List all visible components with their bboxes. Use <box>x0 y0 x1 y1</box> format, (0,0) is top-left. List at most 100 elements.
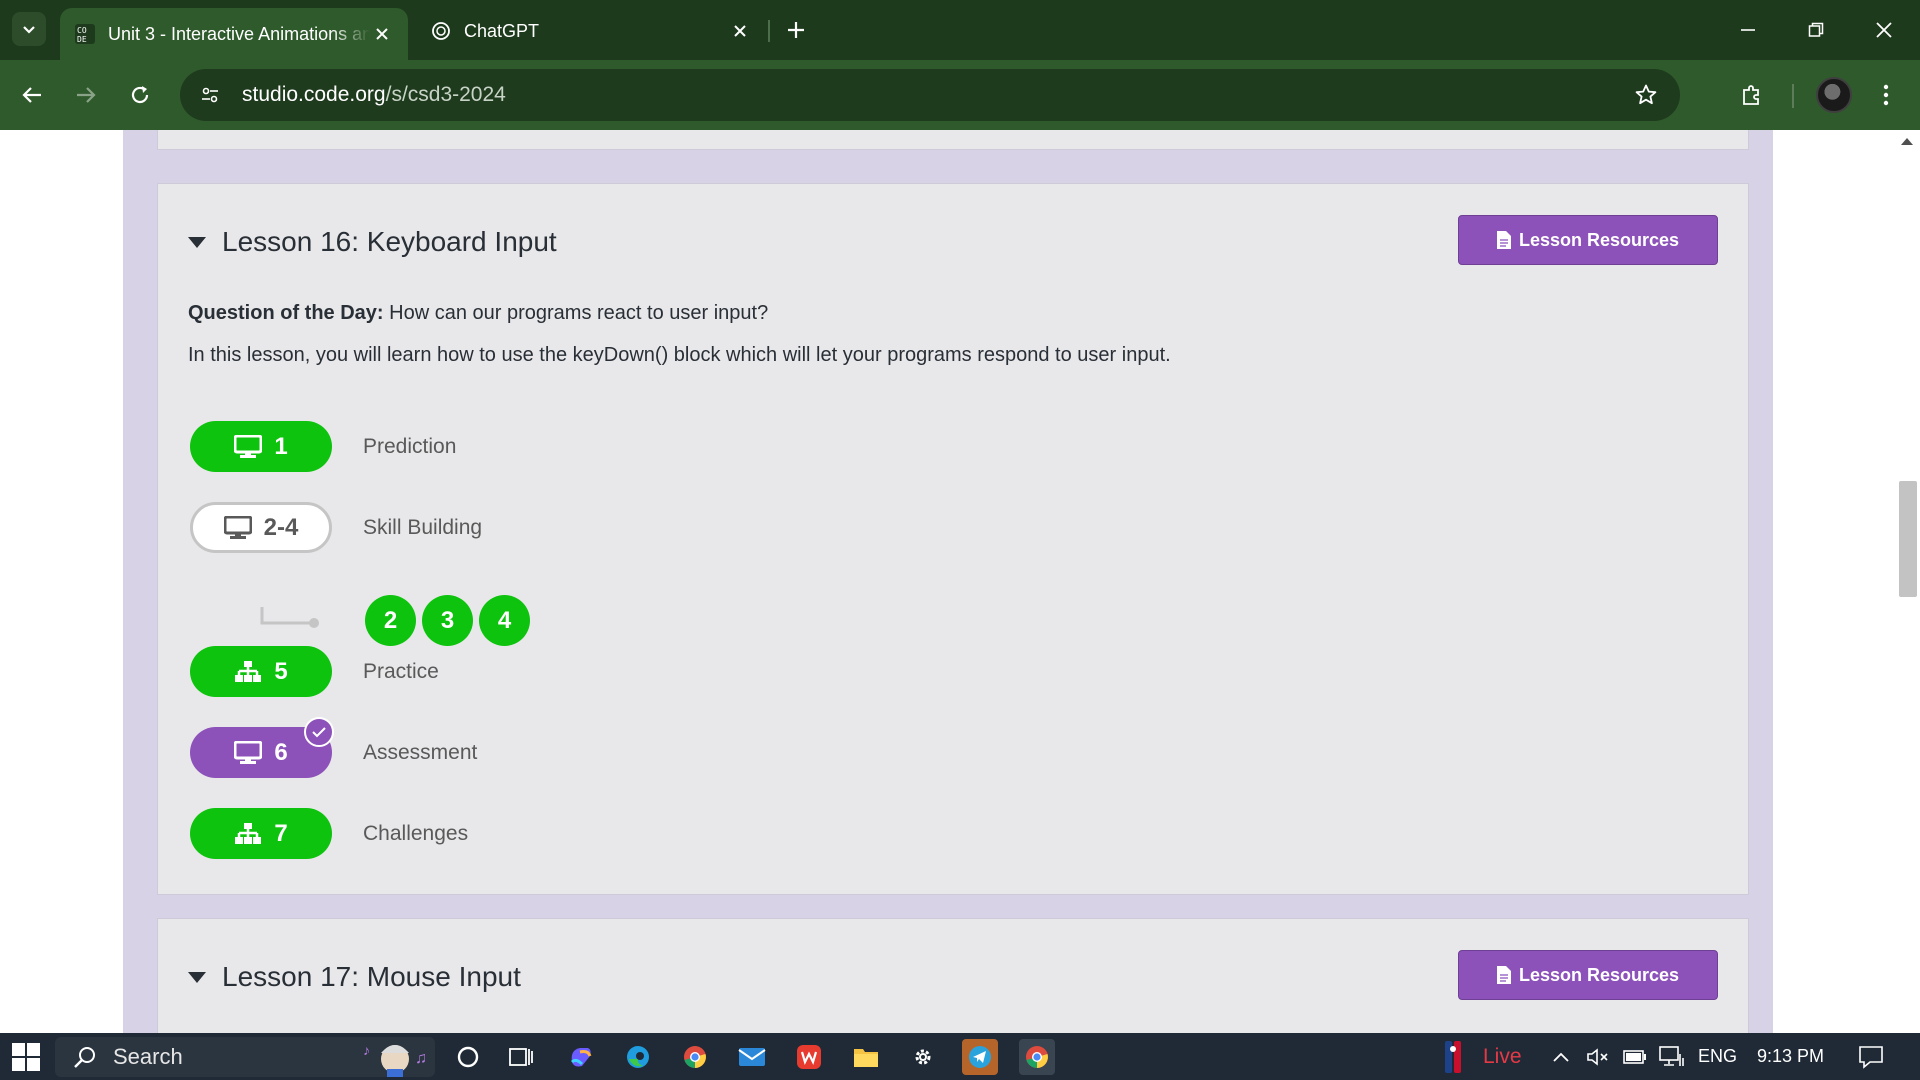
notification-center-button[interactable] <box>1858 1033 1884 1080</box>
network-icon[interactable] <box>1659 1033 1685 1080</box>
level-label[interactable]: Skill Building <box>363 516 482 540</box>
sublevel-bubble-3[interactable]: 3 <box>422 595 473 646</box>
arrow-right-icon <box>77 87 96 103</box>
scroll-up-arrow-icon[interactable] <box>1901 138 1913 145</box>
svg-text:CO: CO <box>77 26 87 35</box>
chatgpt-favicon-icon <box>430 20 452 42</box>
task-view-icon[interactable] <box>503 1039 539 1075</box>
sublevel-bubble-2[interactable]: 2 <box>365 595 416 646</box>
tab-unit3[interactable]: CODE Unit 3 - Interactive Animations and… <box>60 8 408 60</box>
wps-office-icon[interactable] <box>791 1039 827 1075</box>
input-language[interactable]: ENG <box>1698 1033 1737 1080</box>
lesson-16-header[interactable]: Lesson 16: Keyboard Input <box>188 226 557 258</box>
telegram-icon[interactable] <box>962 1039 998 1075</box>
lesson-resources-button[interactable]: Lesson Resources <box>1458 215 1718 265</box>
tab-separator <box>768 20 770 42</box>
svg-text:DE: DE <box>77 35 87 44</box>
monitor-icon <box>234 740 263 765</box>
taskbar-search-box[interactable]: Search ♪ ♫ <box>55 1037 435 1077</box>
close-window-button[interactable] <box>1864 10 1904 50</box>
mail-icon[interactable] <box>734 1039 770 1075</box>
close-icon <box>1876 22 1892 38</box>
caret-down-icon <box>188 971 206 983</box>
level-label[interactable]: Practice <box>363 660 439 684</box>
arrow-left-icon <box>22 87 41 103</box>
file-explorer-icon[interactable] <box>848 1039 884 1075</box>
hierarchy-icon <box>234 660 262 684</box>
copilot-icon[interactable] <box>563 1039 599 1075</box>
caret-down-icon <box>188 236 206 248</box>
plus-icon <box>788 22 804 38</box>
address-bar[interactable]: studio.code.org/s/csd3-2024 <box>180 69 1680 121</box>
browser-toolbar: studio.code.org/s/csd3-2024 <box>0 60 1920 130</box>
level-label[interactable]: Assessment <box>363 741 477 765</box>
extensions-button[interactable] <box>1732 75 1772 115</box>
level-bubble-6[interactable]: 6 <box>190 717 334 778</box>
notification-icon <box>1859 1045 1883 1069</box>
svg-text:♫: ♫ <box>415 1050 427 1067</box>
level-label[interactable]: Challenges <box>363 822 468 846</box>
chevron-up-icon <box>1553 1052 1569 1062</box>
forward-button[interactable] <box>66 75 106 115</box>
minimize-button[interactable] <box>1728 10 1768 50</box>
sublevel-bubble-4[interactable]: 4 <box>479 595 530 646</box>
restore-button[interactable] <box>1796 10 1836 50</box>
reload-icon <box>131 86 149 104</box>
lesson-title: Lesson 17: Mouse Input <box>222 961 521 992</box>
windows-start-icon[interactable] <box>12 1043 40 1071</box>
tab-chatgpt[interactable]: ChatGPT <box>416 8 766 54</box>
nba-news-widget[interactable]: Live <box>1445 1033 1522 1080</box>
chrome-icon[interactable] <box>677 1039 713 1075</box>
level-bubble-1[interactable]: 1 <box>190 421 332 472</box>
search-highlight-art-icon: ♪ ♫ <box>355 1037 435 1077</box>
volume-muted-icon[interactable] <box>1586 1033 1610 1080</box>
bookmark-star-icon[interactable] <box>1630 79 1662 111</box>
lesson-description: In this lesson, you will learn how to us… <box>188 344 1171 366</box>
monitor-icon <box>234 434 263 459</box>
question-of-the-day: Question of the Day: How can our program… <box>188 302 769 324</box>
back-button[interactable] <box>12 75 52 115</box>
sublevel-connector <box>260 607 319 628</box>
level-row-challenges: 7 Challenges <box>190 808 468 859</box>
cortana-icon[interactable] <box>450 1039 486 1075</box>
close-tab-icon[interactable] <box>728 19 752 43</box>
chrome-active-window-icon[interactable] <box>1019 1039 1055 1075</box>
show-hidden-icons-button[interactable] <box>1552 1033 1570 1080</box>
lesson-17-card: Lesson 17: Mouse Input Lesson Resources <box>157 918 1749 1033</box>
hierarchy-icon <box>234 822 262 846</box>
new-tab-button[interactable] <box>780 14 812 46</box>
settings-gear-icon[interactable] <box>905 1039 941 1075</box>
level-bubble-7[interactable]: 7 <box>190 808 332 859</box>
chevron-down-icon <box>23 26 35 34</box>
puzzle-icon <box>1743 85 1759 105</box>
clock[interactable]: 9:13 PM <box>1757 1033 1824 1080</box>
level-row-practice: 5 Practice <box>190 646 439 697</box>
close-tab-icon[interactable] <box>370 22 394 46</box>
level-bubble-5[interactable]: 5 <box>190 646 332 697</box>
previous-lesson-card <box>157 130 1749 150</box>
level-bubble-2-4[interactable]: 2-4 <box>190 502 332 553</box>
tab-title: ChatGPT <box>464 20 540 41</box>
level-row-prediction: 1 Prediction <box>190 421 456 472</box>
reload-button[interactable] <box>120 75 160 115</box>
lesson-resources-button[interactable]: Lesson Resources <box>1458 950 1718 1000</box>
kebab-menu-icon <box>1883 84 1889 106</box>
restore-icon <box>1808 22 1824 37</box>
level-label[interactable]: Prediction <box>363 435 456 459</box>
lesson-17-header[interactable]: Lesson 17: Mouse Input <box>188 961 521 993</box>
code-org-favicon-icon: CO DE <box>74 23 96 45</box>
battery-icon[interactable] <box>1623 1033 1647 1080</box>
sublevel-bubbles: 2 3 4 <box>365 595 530 646</box>
level-row-skill-building: 2-4 Skill Building <box>190 502 482 553</box>
edge-browser-icon[interactable] <box>620 1039 656 1075</box>
monitor-icon <box>223 515 252 540</box>
page-scrollbar[interactable] <box>1895 130 1920 1033</box>
tab-search-button[interactable] <box>12 12 46 46</box>
scrollbar-thumb[interactable] <box>1899 481 1917 597</box>
svg-text:♪: ♪ <box>363 1042 370 1058</box>
browser-tab-bar: CODE Unit 3 - Interactive Animations and… <box>0 0 1920 60</box>
site-info-icon[interactable] <box>192 77 228 113</box>
level-row-assessment: 6 Assessment <box>190 717 477 778</box>
browser-menu-button[interactable] <box>1866 75 1906 115</box>
profile-avatar[interactable] <box>1816 77 1852 113</box>
